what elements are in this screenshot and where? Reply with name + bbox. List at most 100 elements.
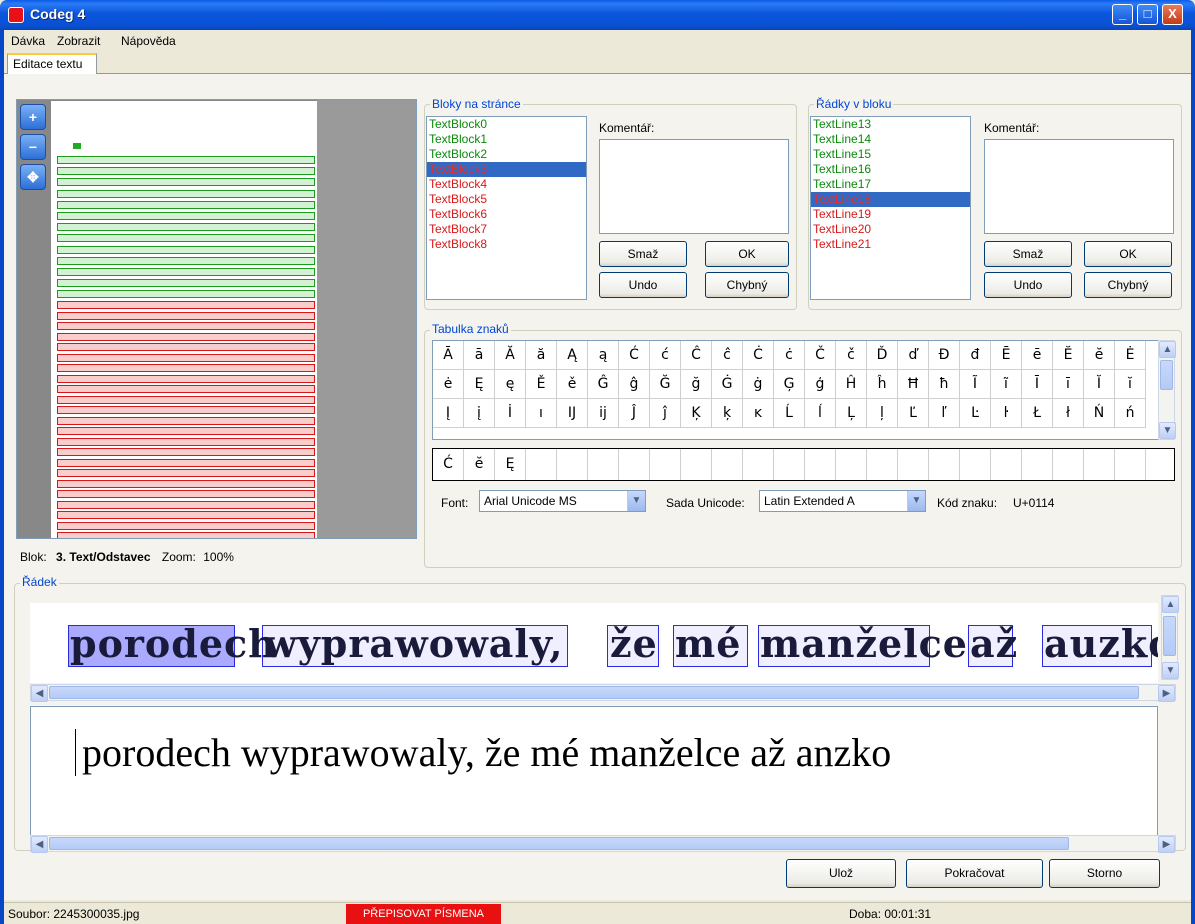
scan-text-line[interactable]: [57, 322, 315, 330]
char-cell[interactable]: Ĝ: [588, 370, 619, 399]
scan-text-line[interactable]: [57, 395, 315, 404]
line-list-item[interactable]: TextLine16: [811, 162, 970, 177]
scroll-right-icon[interactable]: ▶: [1158, 685, 1175, 702]
scan-text-line[interactable]: [57, 223, 315, 232]
char-cell[interactable]: İ: [495, 399, 526, 428]
line-list-item[interactable]: TextLine20: [811, 222, 970, 237]
char-table-scrollbar[interactable]: ▲ ▼: [1158, 340, 1176, 440]
scan-text-line[interactable]: [57, 200, 315, 209]
char-cell[interactable]: Č: [805, 341, 836, 370]
lines-undo-button[interactable]: Undo: [984, 272, 1072, 298]
scroll-up-icon[interactable]: ▲: [1159, 341, 1176, 358]
block-list-item[interactable]: TextBlock1: [427, 132, 586, 147]
scroll-thumb[interactable]: [1163, 616, 1176, 656]
scan-text-line[interactable]: [57, 479, 315, 488]
char-cell[interactable]: ħ: [929, 370, 960, 399]
scan-text-line[interactable]: [57, 406, 315, 414]
char-cell[interactable]: ġ: [743, 370, 774, 399]
selected-char-cell[interactable]: [1084, 449, 1115, 480]
block-list-item[interactable]: TextBlock7: [427, 222, 586, 237]
minimize-button[interactable]: _: [1112, 4, 1133, 25]
scan-text-line[interactable]: [57, 212, 315, 220]
scroll-thumb[interactable]: [1160, 360, 1173, 390]
line-image[interactable]: porodech wyprawowaly, že mé manželce až …: [30, 603, 1158, 683]
char-cell[interactable]: Ľ: [898, 399, 929, 428]
scan-text-line[interactable]: [57, 178, 315, 187]
char-cell[interactable]: Ĳ: [557, 399, 588, 428]
char-cell[interactable]: ģ: [805, 370, 836, 399]
char-cell[interactable]: Ā: [433, 341, 464, 370]
blocks-delete-button[interactable]: Smaž: [599, 241, 687, 267]
line-list-item[interactable]: TextLine13: [811, 117, 970, 132]
scan-text-line[interactable]: [57, 448, 315, 456]
title-bar[interactable]: Codeg 4 _ □ X: [0, 0, 1195, 30]
move-icon[interactable]: ✥: [20, 164, 46, 190]
unicode-set-select[interactable]: Latin Extended A ▼: [759, 490, 926, 512]
char-cell[interactable]: ē: [1022, 341, 1053, 370]
char-cell[interactable]: Đ: [929, 341, 960, 370]
scan-text-line[interactable]: [57, 469, 315, 477]
char-cell[interactable]: ą: [588, 341, 619, 370]
selected-char-cell[interactable]: [898, 449, 929, 480]
scan-text-line[interactable]: [57, 332, 315, 341]
lines-list[interactable]: TextLine13 TextLine14 TextLine15 TextLine16…: [810, 116, 971, 300]
selected-char-cell[interactable]: [774, 449, 805, 480]
scan-text-line[interactable]: [57, 279, 315, 288]
block-list-item[interactable]: TextBlock6: [427, 207, 586, 222]
char-cell[interactable]: đ: [960, 341, 991, 370]
selected-char-cell[interactable]: ĕ: [464, 449, 495, 480]
transcription-text[interactable]: porodech wyprawowaly, že mé manželce až …: [75, 729, 891, 776]
scan-text-line[interactable]: [57, 189, 315, 198]
selected-char-cell[interactable]: [557, 449, 588, 480]
close-button[interactable]: X: [1162, 4, 1183, 25]
menu-napoveda[interactable]: Nápověda: [121, 34, 176, 48]
char-cell[interactable]: ĕ: [1084, 341, 1115, 370]
char-cell[interactable]: į: [464, 399, 495, 428]
char-cell[interactable]: Ě: [526, 370, 557, 399]
scan-text-line[interactable]: [57, 311, 315, 320]
char-cell[interactable]: ī: [1053, 370, 1084, 399]
selected-char-cell[interactable]: Ę: [495, 449, 526, 480]
char-cell[interactable]: ķ: [712, 399, 743, 428]
lines-delete-button[interactable]: Smaž: [984, 241, 1072, 267]
save-button[interactable]: Ulož: [786, 859, 896, 888]
scan-text-line[interactable]: [57, 521, 315, 530]
scan-text-line[interactable]: [57, 343, 315, 351]
char-cell[interactable]: ĺ: [805, 399, 836, 428]
blocks-faulty-button[interactable]: Chybný: [705, 272, 789, 298]
selected-char-cell[interactable]: [836, 449, 867, 480]
selected-char-cell[interactable]: [867, 449, 898, 480]
selected-char-cell[interactable]: [1115, 449, 1146, 480]
continue-button[interactable]: Pokračovat: [906, 859, 1043, 888]
char-cell[interactable]: Ħ: [898, 370, 929, 399]
blocks-comment-field[interactable]: [599, 139, 789, 234]
scan-text-line[interactable]: [57, 364, 315, 372]
char-cell[interactable]: Ĕ: [1053, 341, 1084, 370]
lines-ok-button[interactable]: OK: [1084, 241, 1172, 267]
scan-text-line[interactable]: [57, 268, 315, 276]
char-cell[interactable]: ĳ: [588, 399, 619, 428]
scan-text-line[interactable]: [57, 458, 315, 467]
char-cell[interactable]: ŀ: [991, 399, 1022, 428]
char-cell[interactable]: Ĩ: [960, 370, 991, 399]
scroll-thumb[interactable]: [49, 686, 1139, 699]
block-list-item[interactable]: TextBlock5: [427, 192, 586, 207]
char-table[interactable]: ĀāĂăĄąĆćĈĉĊċČčĎďĐđĒēĔĕĖėĘęĚěĜĝĞğĠġĢģĤĥĦħ…: [432, 340, 1160, 440]
selected-char-cell[interactable]: [1053, 449, 1084, 480]
selected-char-cell[interactable]: [1022, 449, 1053, 480]
char-cell[interactable]: Ĉ: [681, 341, 712, 370]
scan-text-line[interactable]: [57, 416, 315, 425]
selected-char-cell[interactable]: [805, 449, 836, 480]
char-cell[interactable]: ĭ: [1115, 370, 1146, 399]
char-cell[interactable]: ļ: [867, 399, 898, 428]
char-cell[interactable]: Ċ: [743, 341, 774, 370]
scan-text-line[interactable]: [57, 256, 315, 265]
block-list-item[interactable]: TextBlock3: [427, 162, 586, 177]
cancel-button[interactable]: Storno: [1049, 859, 1160, 888]
tab-editace-textu[interactable]: Editace textu: [7, 53, 97, 74]
zoom-in-icon[interactable]: +: [20, 104, 46, 130]
scan-text-line[interactable]: [57, 532, 315, 538]
char-cell[interactable]: ė: [433, 370, 464, 399]
scroll-down-icon[interactable]: ▼: [1162, 662, 1179, 679]
scroll-right-icon[interactable]: ▶: [1158, 836, 1175, 853]
